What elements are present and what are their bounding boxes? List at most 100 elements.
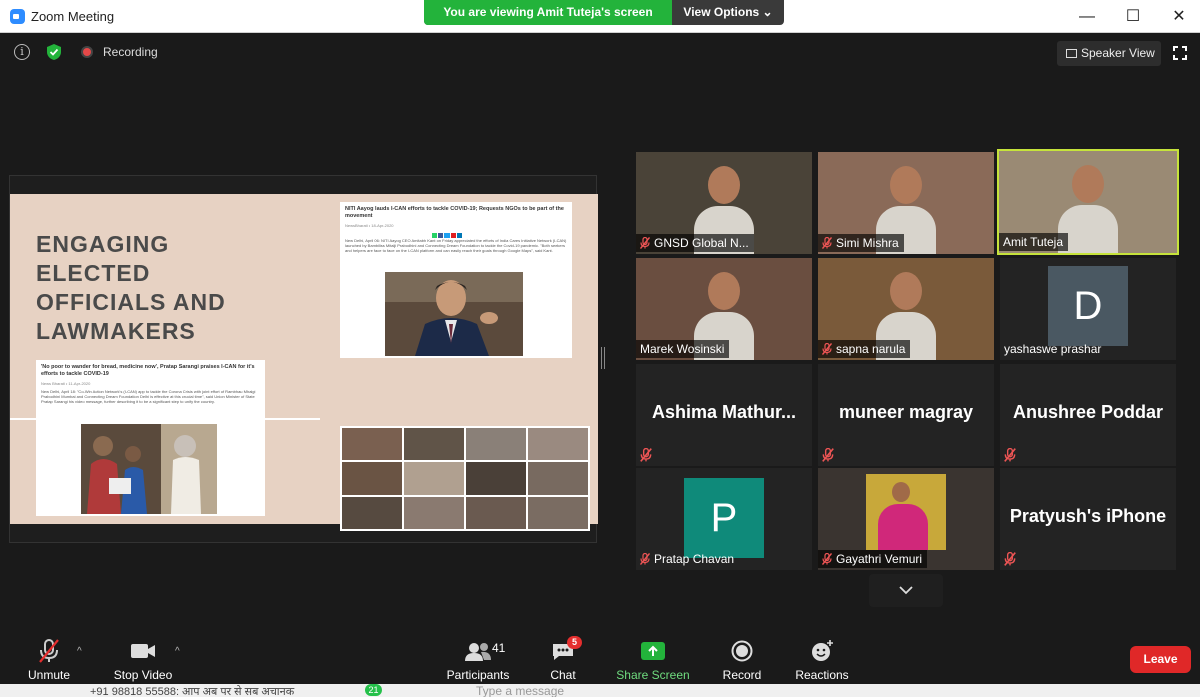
participant-tile[interactable]: Pratyush's iPhone bbox=[1000, 468, 1176, 570]
participant-name-tag: Pratap Chavan bbox=[636, 550, 739, 568]
participant-name: Simi Mishra bbox=[836, 236, 899, 250]
microphone-muted-icon bbox=[640, 237, 650, 249]
participant-tile[interactable]: sapna narula bbox=[818, 258, 994, 360]
minimize-button[interactable]: — bbox=[1076, 6, 1098, 28]
article-left-body: New Delhi, April 18: "Co-Win Action Netw… bbox=[41, 389, 256, 404]
participant-avatar: P bbox=[684, 478, 764, 558]
thumbnail bbox=[404, 462, 464, 495]
maximize-button[interactable]: ☐ bbox=[1122, 6, 1144, 28]
participant-name: sapna narula bbox=[836, 342, 906, 356]
video-camera-icon bbox=[131, 644, 155, 658]
reactions-button[interactable]: Reactions bbox=[791, 630, 853, 686]
participant-name: muneer magray bbox=[838, 402, 974, 422]
microphone-muted-icon bbox=[640, 553, 650, 565]
microphone-muted-icon bbox=[1004, 447, 1016, 462]
stop-video-label: Stop Video bbox=[113, 668, 173, 682]
article-right-meta: NewsBharati • 18-Apr-2020 bbox=[345, 223, 394, 228]
video-options-caret-icon[interactable]: ^ bbox=[175, 646, 184, 657]
record-label: Record bbox=[722, 668, 762, 682]
microphone-muted-icon bbox=[1004, 447, 1016, 462]
microphone-muted-icon bbox=[822, 343, 832, 355]
speaker-view-button[interactable]: Speaker View bbox=[1057, 41, 1161, 66]
participant-name-tag: Simi Mishra bbox=[818, 234, 904, 252]
gallery-next-page-button[interactable] bbox=[869, 574, 943, 607]
participant-tile[interactable]: muneer magray bbox=[818, 364, 994, 466]
participant-tile[interactable]: GNSD Global N... bbox=[636, 152, 812, 254]
thumbnail bbox=[404, 428, 464, 461]
encryption-shield-icon[interactable] bbox=[46, 43, 62, 61]
participant-tile[interactable]: Simi Mishra bbox=[818, 152, 994, 254]
share-screen-button[interactable]: Share Screen bbox=[612, 630, 694, 686]
record-icon bbox=[731, 640, 753, 662]
slide-heading-line: OFFICIALS AND bbox=[36, 289, 226, 315]
participant-name: yashaswe prashar bbox=[1004, 342, 1102, 356]
microphone-muted-icon bbox=[1004, 551, 1016, 566]
participant-name: Gayathri Vemuri bbox=[836, 552, 923, 566]
participant-tile[interactable]: Ashima Mathur... bbox=[636, 364, 812, 466]
participant-name: Ashima Mathur... bbox=[651, 402, 797, 422]
microphone-muted-icon bbox=[39, 639, 59, 663]
participant-name: Anushree Poddar bbox=[1012, 402, 1164, 422]
participant-tile[interactable]: P Pratap Chavan bbox=[636, 468, 812, 570]
participants-button[interactable]: 41 Participants bbox=[442, 630, 514, 686]
participant-tile[interactable]: Marek Wosinski bbox=[636, 258, 812, 360]
participant-avatar: D bbox=[1048, 266, 1128, 346]
participant-name: GNSD Global N... bbox=[654, 236, 749, 250]
participant-name: Pratyush's iPhone bbox=[1009, 506, 1167, 526]
participant-name-tag: sapna narula bbox=[818, 340, 911, 358]
leave-meeting-button[interactable]: Leave bbox=[1130, 646, 1191, 673]
share-icons-row bbox=[432, 233, 463, 238]
audio-options-caret-icon[interactable]: ^ bbox=[77, 646, 86, 657]
background-chat-preview: +91 98818 55588: आप अब पर से सब अचानक bbox=[90, 686, 295, 697]
participant-name-tag: GNSD Global N... bbox=[636, 234, 754, 252]
article-right-title: NITI Aayog lauds I-CAN efforts to tackle… bbox=[345, 206, 564, 219]
article-left-title: 'No poor to wander for bread, medicine n… bbox=[41, 364, 255, 377]
share-screen-icon bbox=[641, 642, 665, 660]
reactions-label: Reactions bbox=[795, 668, 849, 682]
participant-tile[interactable]: Gayathri Vemuri bbox=[818, 468, 994, 570]
microphone-muted-icon bbox=[822, 447, 834, 462]
stop-video-button[interactable]: Stop Video bbox=[110, 630, 176, 686]
thumbnail bbox=[404, 496, 464, 529]
article-right-body: New Delhi, April 06: NITI Aayog CEO Amit… bbox=[345, 238, 567, 253]
close-window-button[interactable]: ✕ bbox=[1168, 6, 1190, 28]
chat-unread-badge: 5 bbox=[567, 636, 582, 649]
slide-heading-line: LAWMAKERS bbox=[36, 318, 196, 344]
participants-label: Participants bbox=[446, 668, 510, 682]
thumbnail bbox=[528, 496, 588, 529]
participants-icon bbox=[465, 643, 491, 661]
participant-name-tag: Gayathri Vemuri bbox=[818, 550, 928, 568]
participant-name: Marek Wosinski bbox=[640, 342, 725, 356]
view-options-button[interactable]: View Options ⌄ bbox=[672, 0, 784, 25]
thumbnail bbox=[466, 428, 526, 461]
participant-tile[interactable]: Amit Tuteja bbox=[997, 149, 1179, 255]
slide-heading-line: ENGAGING bbox=[36, 231, 170, 257]
recording-indicator-icon bbox=[81, 46, 93, 58]
background-app-strip: +91 98818 55588: आप अब पर से सब अचानक 21… bbox=[0, 684, 1200, 697]
news-article-left: 'No poor to wander for bread, medicine n… bbox=[36, 360, 265, 516]
article-left-photo bbox=[81, 424, 217, 514]
meeting-info-icon[interactable]: i bbox=[14, 44, 30, 60]
fullscreen-icon[interactable] bbox=[1173, 46, 1187, 60]
split-view-handle[interactable] bbox=[601, 347, 605, 369]
speaker-view-label: Speaker View bbox=[1081, 46, 1155, 60]
chat-button[interactable]: 5 Chat bbox=[543, 630, 583, 686]
recording-label: Recording bbox=[103, 45, 158, 59]
shared-screen-view[interactable]: ENGAGING ELECTED OFFICIALS AND LAWMAKERS… bbox=[9, 175, 598, 543]
participant-tile[interactable]: Anushree Poddar bbox=[1000, 364, 1176, 466]
viewing-screen-label: You are viewing Amit Tuteja's screen bbox=[424, 0, 672, 25]
background-message-input[interactable]: Type a message bbox=[476, 684, 564, 697]
record-button[interactable]: Record bbox=[716, 630, 768, 686]
unmute-button[interactable]: Unmute bbox=[20, 630, 78, 686]
thumbnail bbox=[466, 462, 526, 495]
slide-heading-line: ELECTED bbox=[36, 260, 151, 286]
microphone-muted-icon bbox=[822, 237, 832, 249]
thumbnail bbox=[466, 496, 526, 529]
microphone-muted-icon bbox=[1004, 551, 1016, 566]
screen-share-banner: You are viewing Amit Tuteja's screen Vie… bbox=[424, 0, 784, 25]
microphone-muted-icon bbox=[640, 447, 652, 462]
window-title: Zoom Meeting bbox=[31, 9, 115, 24]
meeting-topbar: i Recording Speaker View bbox=[0, 34, 1200, 70]
participant-name: Amit Tuteja bbox=[1003, 235, 1064, 249]
participant-tile[interactable]: Dyashaswe prashar bbox=[1000, 258, 1176, 360]
